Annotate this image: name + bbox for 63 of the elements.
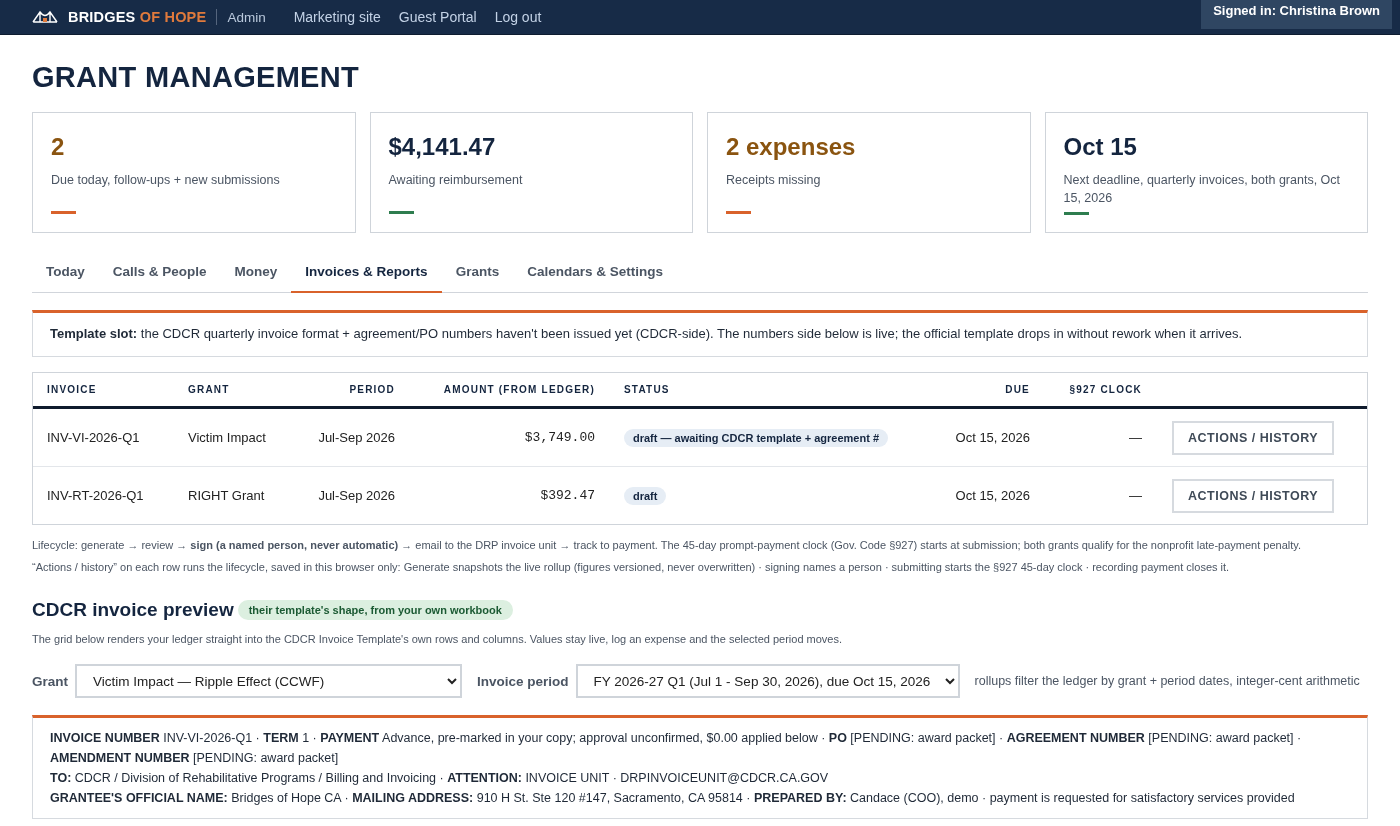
- tab[interactable]: Today: [32, 255, 99, 293]
- stat-value: 2 expenses: [726, 133, 857, 161]
- tab[interactable]: Grants: [441, 255, 514, 293]
- table-cell: Oct 15, 2026: [955, 430, 1030, 445]
- column-header: DUE: [1005, 384, 1030, 395]
- bridge-icon: [32, 10, 58, 24]
- accent-bar: [726, 211, 751, 214]
- table-cell-text: INV-RT-2026-Q1: [47, 488, 145, 503]
- nav-link[interactable]: Guest Portal: [398, 9, 477, 25]
- notice-text: Template slot: the CDCR quarterly invoice format + agreement/PO numbers haven't been issued yet (CDCR-side). The numbers side below is live; the official template drops in without rework when it arrives.: [32, 310, 1368, 357]
- stat-value: 2: [51, 133, 66, 161]
- stat-label: Due today, follow-ups + new submissions: [51, 172, 281, 189]
- help-text: “Actions / history” on each row runs the lifecycle, saved in this browser only: Generate snapshots the live rollup (figures versioned, never overwritten) · signing names a person · submitting starts the §927 45-day clock · recording payment closes it.: [32, 561, 1231, 573]
- column-header: AMOUNT (FROM LEDGER): [443, 384, 595, 395]
- period-select[interactable]: FY 2026-27 Q1 (Jul 1 - Sep 30, 2026), due Oct 15, 2026: [575, 664, 960, 698]
- table-cell: Jul-Sep 2026: [318, 488, 395, 503]
- column-header: PERIOD: [349, 384, 395, 395]
- tab[interactable]: Calendars & Settings: [513, 255, 677, 293]
- info-badge: their template's shape, from your own workbook: [237, 600, 513, 620]
- accent-bar: [388, 211, 414, 214]
- description-text: The grid below renders your ledger straight into the CDCR Invoice Template's own rows and columns. Values stay live, log an expense and the selected period moves.: [32, 633, 843, 645]
- status-badge: draft — awaiting CDCR template + agreement #: [624, 429, 889, 447]
- nav-link[interactable]: Log out: [494, 9, 542, 25]
- table-cell: —: [1129, 488, 1142, 503]
- table-cell: Oct 15, 2026: [955, 488, 1030, 503]
- nav-link[interactable]: Marketing site: [293, 9, 381, 25]
- column-header: STATUS: [624, 384, 671, 395]
- hint-text: rollups filter the ledger by grant + period dates, integer-cent arithmetic: [974, 674, 1360, 688]
- grant-select[interactable]: Victim Impact — Ripple Effect (CCWF): [75, 664, 462, 698]
- status-badge: draft: [624, 487, 667, 505]
- help-text: Lifecycle: generate → review → sign (a named person, never automatic) → email to the DRP invoice unit → track to payment. The 45-day prompt-payment clock (Gov. Code §927) starts at submission; both grants qualify for the nonprofit late-payment penalty.: [32, 539, 1303, 551]
- table-cell: $392.47: [540, 488, 595, 503]
- stat-label: Next deadline, quarterly invoices, both grants, Oct 15, 2026: [1063, 172, 1342, 207]
- tab[interactable]: Calls & People: [98, 255, 221, 293]
- tab[interactable]: Invoices & Reports: [291, 255, 442, 293]
- signed-in-badge: Signed in: Christina Brown: [1201, 0, 1392, 29]
- page-title: GRANT MANAGEMENT: [32, 61, 360, 94]
- column-header: GRANT: [188, 384, 231, 395]
- table-cell: —: [1129, 430, 1142, 445]
- tab[interactable]: Money: [220, 255, 292, 293]
- actions-button[interactable]: ACTIONS / HISTORY: [1172, 420, 1335, 455]
- table-cell: Jul-Sep 2026: [318, 430, 395, 445]
- invoice-line: GRANTEE'S OFFICIAL NAME: Bridges of Hope CA · MAILING ADDRESS: 910 H St. Ste 120 #147, Sacramento, CA 95814 · PREPARED BY: Candace (COO), demo · payment is requested for satisfactory services provided: [50, 790, 1296, 807]
- table-cell-text: INV-VI-2026-Q1: [47, 430, 141, 445]
- stat-label: Receipts missing: [726, 172, 822, 189]
- table-cell-text: RIGHT Grant: [188, 488, 266, 503]
- invoice-line: TO: CDCR / Division of Rehabilitative Programs / Billing and Invoicing · ATTENTION: INVOICE UNIT · DRPINVOICEUNIT@CDCR.CA.GOV: [50, 770, 830, 787]
- section-label: Admin: [227, 9, 266, 25]
- brand-name[interactable]: BRIDGES OF HOPE: [68, 9, 207, 25]
- accent-bar: [1063, 212, 1089, 215]
- table-cell: $3,749.00: [524, 430, 595, 445]
- invoice-line: INVOICE NUMBER INV-VI-2026-Q1 · TERM 1 · PAYMENT Advance, pre-marked in your copy; approval unconfirmed, $0.00 applied below · PO [PENDING: award packet] · AGREEMENT NUMBER [PENDING: award packet] · AMENDMENT NUMBER [PENDING: award packet]: [50, 730, 1303, 767]
- field-label: Invoice period: [477, 673, 569, 689]
- stat-value: Oct 15: [1063, 133, 1138, 161]
- stat-value: $4,141.47: [388, 133, 497, 161]
- accent-bar: [51, 211, 76, 214]
- column-header: INVOICE: [47, 384, 98, 395]
- field-label: Grant: [32, 673, 68, 689]
- table-cell-text: Victim Impact: [188, 430, 267, 445]
- section-heading: CDCR invoice preview: [32, 599, 234, 621]
- column-header: §927 CLOCK: [1069, 384, 1142, 395]
- actions-button[interactable]: ACTIONS / HISTORY: [1172, 478, 1335, 513]
- stat-label: Awaiting reimbursement: [388, 172, 524, 189]
